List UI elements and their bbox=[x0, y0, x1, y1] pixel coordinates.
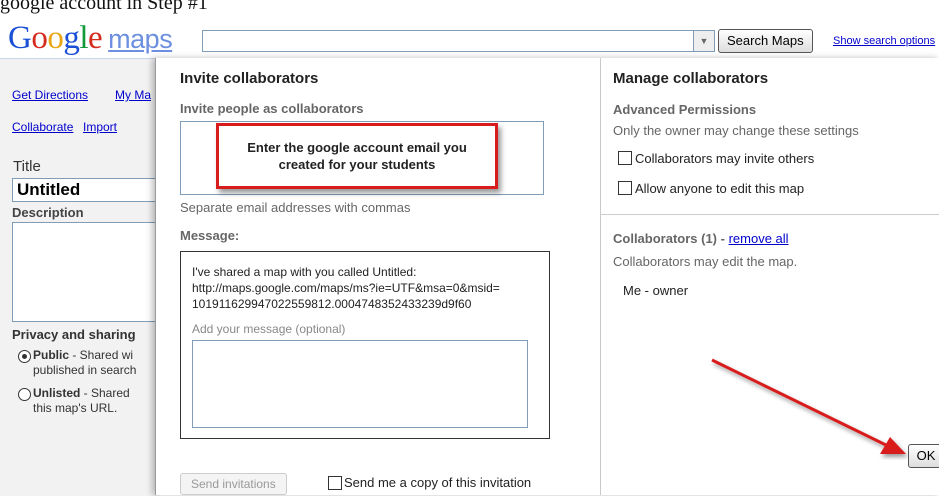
description-label: Description bbox=[12, 205, 84, 220]
dialog-column-divider bbox=[600, 58, 601, 495]
public-radio[interactable] bbox=[18, 350, 31, 363]
unlisted-label: Unlisted bbox=[33, 386, 81, 400]
page-caption: google account in Step #1 bbox=[0, 0, 208, 14]
send-copy-label: Send me a copy of this invitation bbox=[344, 475, 532, 490]
invite-title: Invite collaborators bbox=[180, 70, 319, 87]
logo-product: maps bbox=[108, 24, 173, 54]
collaborators-count-text: Collaborators (1) - bbox=[613, 231, 729, 246]
chevron-down-icon: ▼ bbox=[699, 36, 709, 46]
public-text: - Shared wi bbox=[69, 348, 134, 362]
title-field[interactable]: Untitled bbox=[12, 178, 168, 202]
public-option-label: Public - Shared wi bbox=[33, 348, 133, 363]
unlisted-description: this map's URL. bbox=[33, 401, 118, 415]
search-history-dropdown[interactable]: ▼ bbox=[693, 30, 715, 52]
send-copy-checkbox[interactable] bbox=[328, 476, 342, 490]
anyone-edit-checkbox[interactable] bbox=[618, 181, 632, 195]
invite-others-checkbox[interactable] bbox=[618, 151, 632, 165]
my-maps-link[interactable]: My Ma bbox=[115, 88, 151, 102]
optional-message-field[interactable] bbox=[192, 340, 528, 428]
callout-line2: created for your students bbox=[278, 157, 436, 172]
google-maps-logo[interactable]: Google maps bbox=[8, 20, 173, 57]
get-directions-link[interactable]: Get Directions bbox=[12, 88, 88, 102]
callout-line1: Enter the google account email you bbox=[247, 140, 467, 155]
message-line-3: 101911629947022559812.00047483524332​39d… bbox=[192, 297, 472, 311]
anyone-edit-label: Allow anyone to edit this map bbox=[635, 181, 805, 196]
logo-word: Google bbox=[8, 20, 103, 56]
send-invitations-button[interactable]: Send invitations bbox=[180, 473, 287, 495]
message-line-2: http://maps.google.com/maps/ms?ie=UTF&ms… bbox=[192, 281, 500, 295]
show-search-options-link[interactable]: Show search options bbox=[833, 35, 935, 47]
unlisted-text: - Shared bbox=[80, 386, 130, 400]
search-maps-button[interactable]: Search Maps bbox=[718, 29, 813, 53]
public-description: published in search bbox=[33, 363, 137, 377]
privacy-heading: Privacy and sharing bbox=[12, 327, 136, 342]
public-label: Public bbox=[33, 348, 70, 362]
callout-text: Enter the google account email you create… bbox=[247, 139, 467, 173]
manage-title: Manage collaborators bbox=[613, 70, 769, 87]
search-input[interactable] bbox=[202, 30, 694, 52]
advanced-permissions-heading: Advanced Permissions bbox=[613, 102, 757, 117]
import-link[interactable]: Import bbox=[83, 120, 117, 134]
optional-message-label: Add your message (optional) bbox=[192, 322, 346, 336]
remove-all-link[interactable]: remove all bbox=[729, 231, 789, 246]
section-divider bbox=[600, 214, 939, 215]
collaborate-link[interactable]: Collaborate bbox=[12, 120, 73, 134]
instruction-callout: Enter the google account email you create… bbox=[216, 123, 498, 189]
separate-emails-hint: Separate email addresses with commas bbox=[180, 200, 411, 215]
red-arrow-icon bbox=[711, 358, 906, 454]
description-field[interactable] bbox=[12, 222, 164, 322]
message-label: Message: bbox=[180, 228, 240, 243]
owner-only-note: Only the owner may change these settings bbox=[613, 123, 859, 138]
owner-entry: Me - owner bbox=[623, 283, 689, 298]
unlisted-option-label: Unlisted - Shared bbox=[33, 386, 130, 401]
collaborators-note: Collaborators may edit the map. bbox=[613, 254, 798, 269]
ok-button[interactable]: OK bbox=[908, 444, 939, 468]
invite-subtitle: Invite people as collaborators bbox=[180, 101, 364, 116]
message-line-1: I've shared a map with you called Untitl… bbox=[192, 265, 417, 279]
title-label: Title bbox=[13, 158, 41, 175]
collaborators-count: Collaborators (1) - remove all bbox=[613, 231, 789, 246]
invite-others-label: Collaborators may invite others bbox=[635, 151, 815, 166]
unlisted-radio[interactable] bbox=[18, 388, 31, 401]
